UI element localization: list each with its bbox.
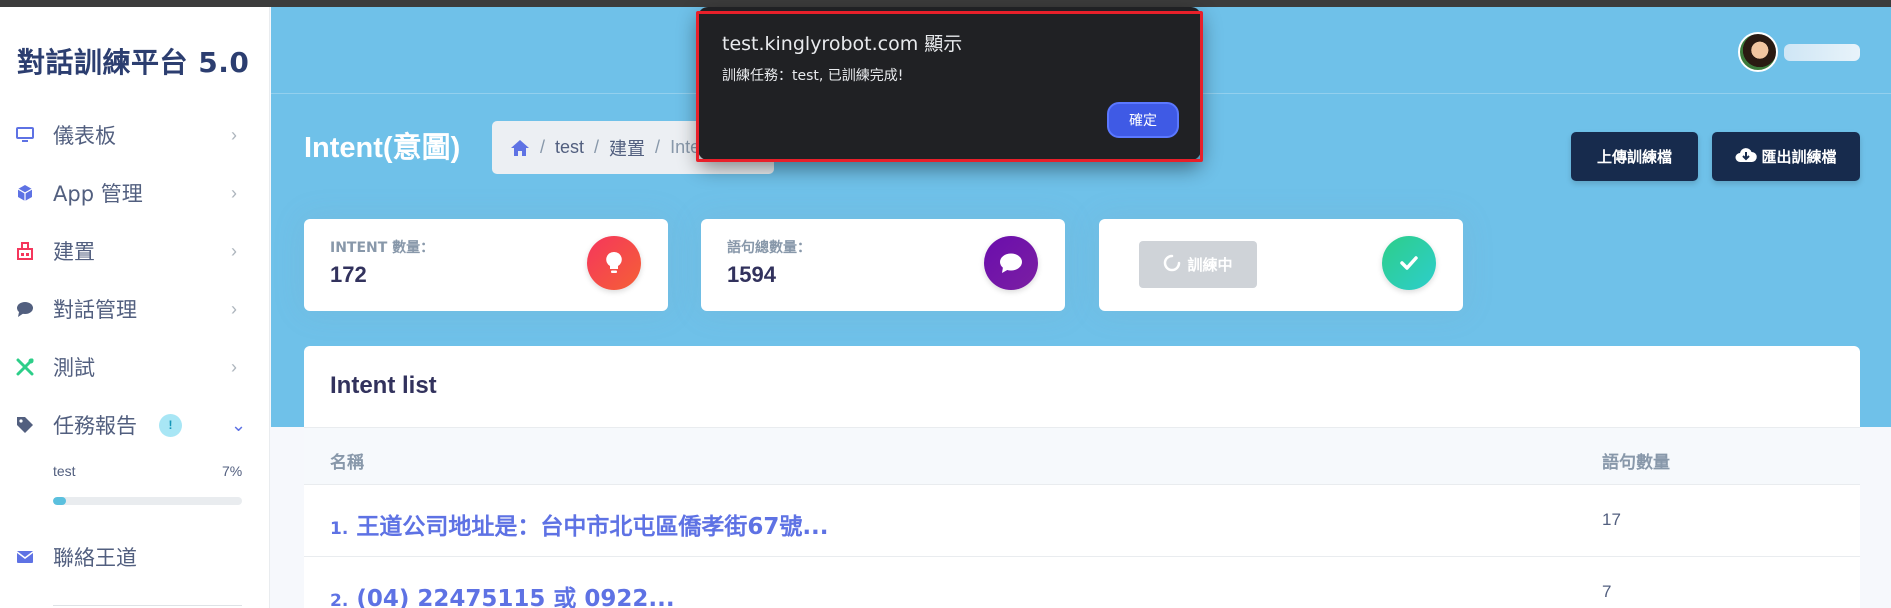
tools-icon [16, 358, 34, 376]
sidebar-item-label: 測試 [53, 356, 95, 380]
cube-icon [16, 184, 34, 202]
sidebar-item-test[interactable]: 測試 › [0, 342, 270, 392]
breadcrumb-item[interactable]: test [555, 137, 584, 158]
task-progress-bar [53, 497, 242, 505]
stat-title: 語句總數量： [727, 240, 811, 256]
browser-top-strip [0, 0, 1891, 7]
lightbulb-icon [587, 236, 641, 290]
task-percent: 7% [222, 463, 243, 479]
sidebar-item-label: 儀表板 [53, 124, 116, 148]
brand-title: 對話訓練平台 5.0 [17, 46, 250, 79]
task-name: test [53, 463, 76, 479]
sidebar-item-label: 建置 [53, 240, 95, 264]
chevron-right-icon: › [231, 298, 237, 319]
cloud-download-icon [1735, 147, 1758, 167]
breadcrumb-separator: / [655, 137, 661, 157]
sidebar-item-label: 聯絡王道 [53, 546, 137, 570]
info-badge: ! [159, 413, 182, 437]
chevron-right-icon: › [231, 240, 237, 261]
sidebar-item-build[interactable]: 建置 › [0, 226, 270, 276]
intent-link[interactable]: 1. 王道公司地址是：台中市北屯區僑孝街67號... [330, 507, 829, 541]
upload-training-button[interactable]: 上傳訓練檔 [1571, 132, 1698, 181]
column-header-name[interactable]: 名稱 [330, 448, 364, 473]
sidebar: 對話訓練平台 5.0 儀表板 › App 管理 › 建置 › 對話管理 › 測試… [0, 7, 270, 608]
chevron-right-icon: › [231, 182, 237, 203]
chevron-down-icon: ⌄ [231, 414, 247, 435]
sentence-count: 7 [1602, 582, 1612, 601]
dialog-highlight-outline [696, 11, 1203, 162]
table-row: 2. (04) 22475115 或 0922... 7 [304, 557, 1860, 608]
intent-list-title: Intent list [330, 372, 437, 399]
table-row: 1. 王道公司地址是：台中市北屯區僑孝街67號... 17 [304, 485, 1860, 557]
tag-icon [16, 416, 34, 434]
chevron-right-icon: › [231, 124, 237, 145]
column-header-sentence-count[interactable]: 語句數量 [1602, 448, 1670, 473]
export-training-button[interactable]: 匯出訓練檔 [1712, 132, 1860, 181]
table-header: 名稱 語句數量 [304, 427, 1860, 485]
intent-list-card: Intent list 名稱 語句數量 1. 王道公司地址是：台中市北屯區僑孝街… [304, 346, 1860, 608]
monitor-icon [16, 126, 34, 144]
sidebar-item-label: App 管理 [53, 182, 143, 206]
intent-name: (04) 22475115 或 0922... [356, 586, 675, 608]
spinner-icon [1163, 254, 1181, 276]
sidebar-item-app-management[interactable]: App 管理 › [0, 168, 270, 218]
home-icon[interactable] [510, 139, 530, 157]
chat-icon [16, 300, 34, 318]
stat-value: 172 [330, 262, 367, 287]
sentence-count: 17 [1602, 510, 1621, 529]
building-icon [16, 242, 34, 260]
sidebar-item-dialog-management[interactable]: 對話管理 › [0, 284, 270, 334]
comment-icon [984, 236, 1038, 290]
sidebar-item-label: 對話管理 [53, 298, 137, 322]
stat-title: INTENT 數量： [330, 240, 435, 256]
envelope-icon [16, 548, 34, 566]
sidebar-item-dashboard[interactable]: 儀表板 › [0, 110, 270, 160]
training-label: 訓練中 [1187, 256, 1233, 274]
chevron-right-icon: › [231, 356, 237, 377]
sidebar-item-task-report[interactable]: 任務報告 ! ⌄ [0, 400, 270, 450]
export-label: 匯出訓練檔 [1761, 148, 1837, 166]
row-number: 2. [330, 591, 349, 608]
stat-value: 1594 [727, 262, 776, 287]
intent-name: 王道公司地址是：台中市北屯區僑孝街67號... [356, 514, 829, 540]
sidebar-item-contact[interactable]: 聯絡王道 [0, 532, 270, 582]
training-button[interactable]: 訓練中 [1139, 241, 1257, 288]
breadcrumb-separator: / [594, 137, 600, 157]
stat-card-training-status: 訓練中 [1099, 219, 1463, 311]
username-redacted[interactable] [1784, 44, 1860, 61]
row-number: 1. [330, 519, 349, 539]
sidebar-item-label: 任務報告 [53, 414, 137, 438]
intent-link[interactable]: 2. (04) 22475115 或 0922... [330, 579, 675, 608]
avatar[interactable] [1738, 32, 1778, 72]
breadcrumb-item[interactable]: 建置 [609, 135, 645, 161]
task-progress-fill [53, 497, 67, 505]
stat-card-intent-count: INTENT 數量： 172 [304, 219, 668, 311]
breadcrumb-separator: / [540, 137, 546, 157]
stat-card-sentence-count: 語句總數量： 1594 [701, 219, 1065, 311]
page-title: Intent(意圖) [304, 132, 461, 164]
check-icon [1382, 236, 1436, 290]
divider [53, 605, 242, 606]
